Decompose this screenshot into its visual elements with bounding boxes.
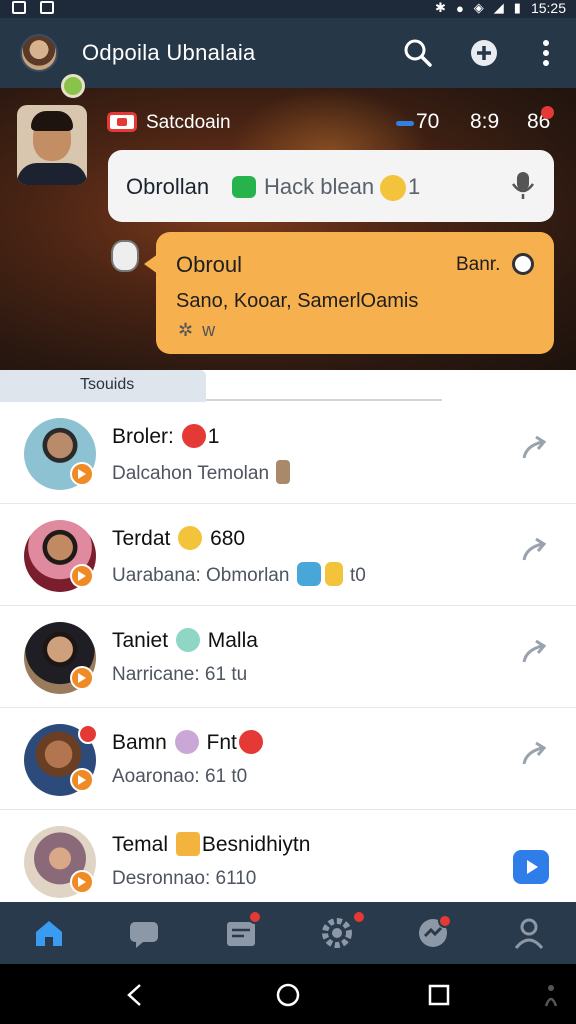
send-badge-icon bbox=[70, 768, 94, 792]
settings-badge bbox=[352, 910, 366, 924]
tab-active[interactable]: Tsouids bbox=[0, 370, 206, 402]
ribbon-icon bbox=[175, 832, 200, 856]
jar-icon bbox=[276, 460, 291, 484]
forward-arrow-icon[interactable] bbox=[518, 432, 550, 464]
alarm-icon: ● bbox=[455, 0, 464, 16]
hero-user-name: Satcdoain bbox=[146, 112, 231, 133]
avatar-icon[interactable] bbox=[20, 34, 58, 72]
wifi-icon: ◈ bbox=[473, 0, 484, 15]
badge-icon bbox=[238, 730, 263, 754]
app-title: Odpoila Ubnalaia bbox=[82, 40, 256, 65]
inbox-badge bbox=[248, 910, 262, 924]
list-item[interactable]: Taniet Malla Narricane: 61 tu bbox=[0, 606, 576, 708]
chat-name: Bamn Fnt bbox=[112, 730, 265, 755]
add-icon[interactable] bbox=[468, 37, 500, 69]
record-icon bbox=[107, 112, 137, 132]
battery-icon: ▮ bbox=[513, 0, 521, 15]
stat-value-2: 8:9 bbox=[470, 110, 500, 133]
send-badge-icon bbox=[70, 462, 94, 486]
bottom-navigation bbox=[0, 902, 576, 964]
emoji-face-icon bbox=[380, 175, 406, 201]
home-button-icon[interactable] bbox=[275, 982, 301, 1008]
more-vert-icon[interactable] bbox=[532, 37, 564, 69]
ghost-emoji-icon bbox=[174, 730, 199, 754]
online-status-icon bbox=[61, 74, 85, 98]
profile-icon[interactable] bbox=[512, 916, 546, 950]
system-navigation bbox=[0, 964, 576, 1024]
coin-icon bbox=[512, 253, 534, 275]
settings-icon[interactable] bbox=[320, 916, 354, 950]
hands-icon bbox=[324, 562, 343, 586]
send-badge-icon bbox=[70, 666, 94, 690]
list-item[interactable]: Temal Besnidhiytn Desronnao: 6110 bbox=[0, 810, 576, 912]
tab-divider bbox=[206, 399, 442, 401]
mic-icon[interactable] bbox=[510, 170, 536, 200]
orange-bubble-label: Banr. bbox=[456, 254, 501, 275]
accessibility-icon[interactable] bbox=[538, 982, 564, 1008]
send-badge-icon bbox=[70, 870, 94, 894]
chat-name: Broler: 1 bbox=[112, 424, 220, 448]
notification-dot bbox=[541, 106, 554, 119]
recents-icon[interactable] bbox=[426, 982, 452, 1008]
search-icon[interactable] bbox=[402, 37, 434, 69]
app-notification-icon bbox=[40, 1, 54, 14]
forward-arrow-icon[interactable] bbox=[518, 534, 550, 566]
bubble-count: 1 bbox=[408, 174, 421, 199]
forward-arrow-icon[interactable] bbox=[518, 636, 550, 668]
chat-list: Broler: 1 Dalcahon Temolan Terdat 680 Ua… bbox=[0, 402, 576, 902]
back-icon[interactable] bbox=[122, 982, 148, 1008]
orange-bubble-title: Obroul bbox=[176, 252, 243, 277]
bubble-text: Hack blean bbox=[264, 174, 375, 199]
tab-label: Tsouids bbox=[80, 376, 135, 393]
chat-name: Taniet Malla bbox=[112, 628, 258, 652]
signal-icon: ◢ bbox=[493, 0, 504, 15]
unread-badge bbox=[78, 724, 98, 744]
gift-icon bbox=[296, 562, 321, 586]
app-bar: Odpoila Ubnalaia bbox=[0, 18, 576, 88]
chat-bubble-icon bbox=[232, 176, 256, 198]
tab-strip: Tsouids bbox=[0, 370, 576, 402]
stat-value-1: 70 bbox=[416, 110, 440, 133]
chat-preview: Uarabana: Obmorlan t0 bbox=[112, 562, 366, 587]
orange-bubble-subtitle: Sano, Kooar, SamerlOamis bbox=[176, 290, 419, 312]
sticker-face-icon bbox=[111, 240, 139, 272]
hero-avatar[interactable] bbox=[17, 105, 87, 185]
chat-preview: Narricane: 61 tu bbox=[112, 664, 248, 685]
status-time: 15:25 bbox=[530, 0, 566, 16]
chat-preview: Aoaronao: 61 t0 bbox=[112, 766, 248, 787]
flower-icon bbox=[181, 424, 206, 448]
status-bar: ✱ ● ◈ ◢ ▮ 15:25 bbox=[0, 0, 576, 18]
forward-arrow-icon[interactable] bbox=[518, 738, 550, 770]
reaction-icons: ✲ ᴡ bbox=[178, 320, 218, 340]
bubble-title: Obrollan bbox=[126, 174, 210, 199]
home-icon[interactable] bbox=[32, 916, 66, 950]
messenger-badge bbox=[438, 914, 452, 928]
stat-dash-icon bbox=[396, 121, 414, 126]
smile-emoji-icon bbox=[178, 526, 203, 550]
list-item[interactable]: Terdat 680 Uarabana: Obmorlan t0 bbox=[0, 504, 576, 606]
chat-preview: Desronnao: 6110 bbox=[112, 868, 257, 889]
chat-icon[interactable] bbox=[127, 916, 161, 950]
bluetooth-icon: ✱ bbox=[435, 0, 446, 15]
list-item[interactable]: Broler: 1 Dalcahon Temolan bbox=[0, 402, 576, 504]
chat-preview: Dalcahon Temolan bbox=[112, 460, 292, 485]
send-badge-icon bbox=[70, 564, 94, 588]
teal-emoji-icon bbox=[175, 628, 200, 652]
chat-name: Temal Besnidhiytn bbox=[112, 832, 311, 856]
list-item[interactable]: Bamn Fnt Aoaronao: 61 t0 bbox=[0, 708, 576, 810]
play-video-icon[interactable] bbox=[513, 850, 549, 884]
image-notification-icon bbox=[12, 1, 26, 14]
chat-name: Terdat 680 bbox=[112, 526, 246, 550]
